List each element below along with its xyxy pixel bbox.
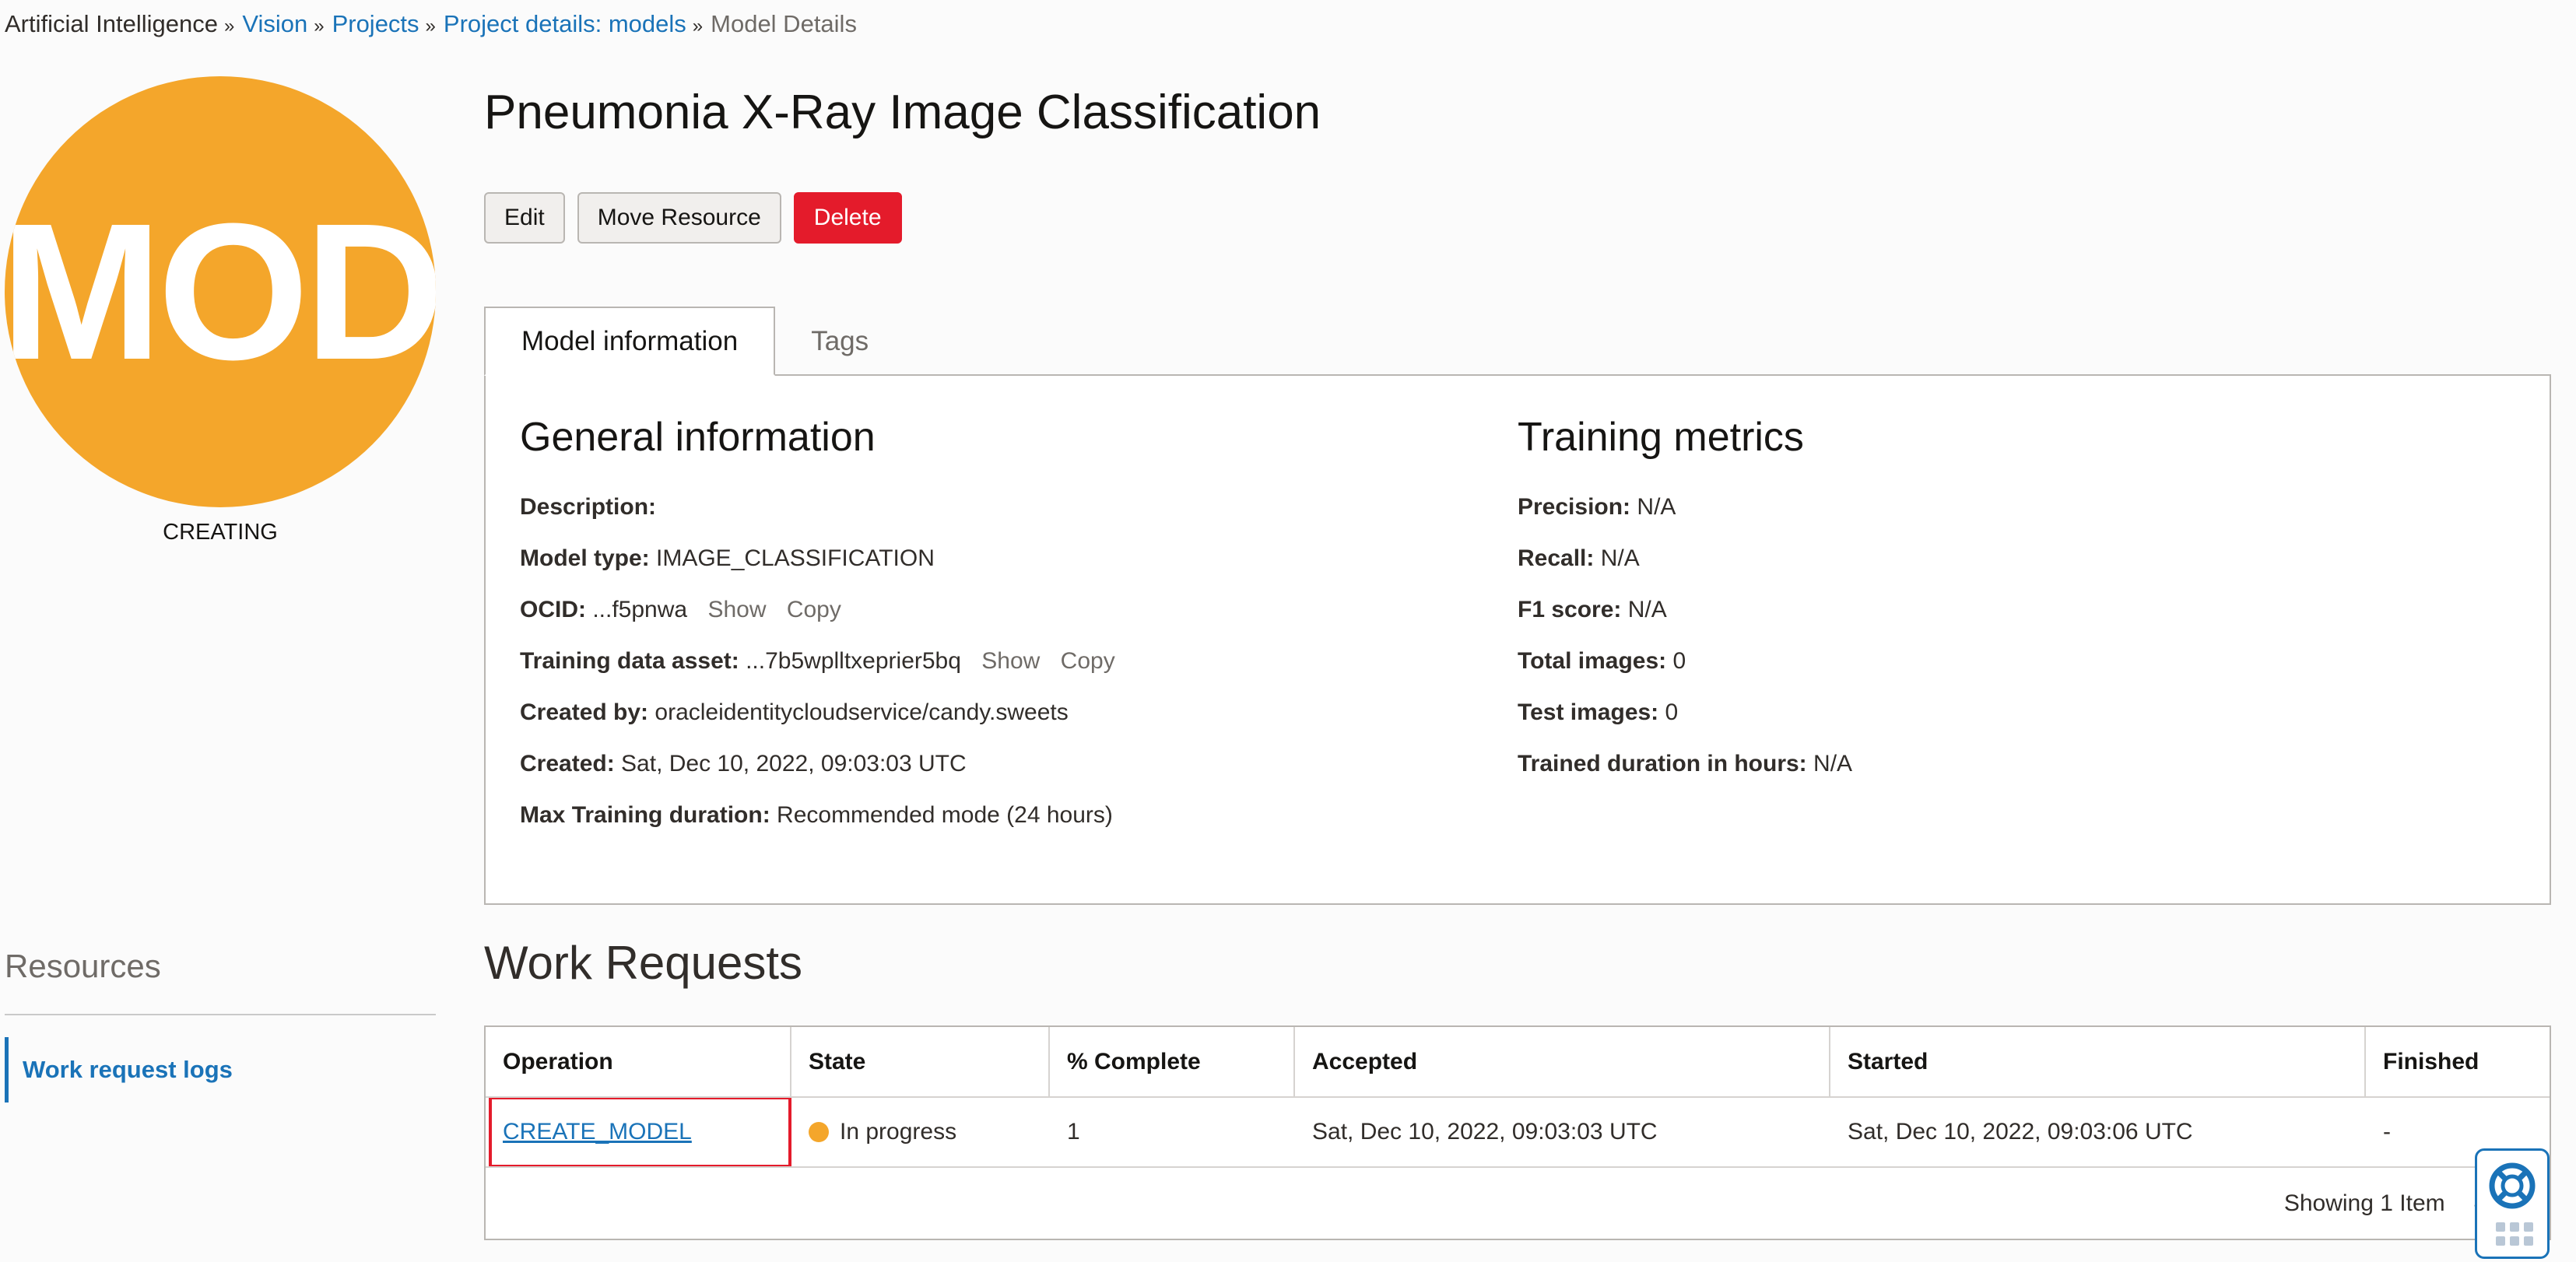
lifecycle-state-label: CREATING xyxy=(163,520,278,545)
breadcrumb-separator: » xyxy=(692,16,704,37)
resources-heading: Resources xyxy=(5,948,161,984)
breadcrumb-separator: » xyxy=(314,16,325,37)
total-images-label: Total images: xyxy=(1518,648,1667,674)
lifebuoy-icon xyxy=(2489,1162,2536,1209)
trained-duration-row: Trained duration in hours: N/A xyxy=(1518,738,1852,790)
test-images-label: Test images: xyxy=(1518,699,1659,725)
ocid-value: ...f5pnwa xyxy=(592,597,688,622)
created-by-row: Created by: oracleidentitycloudservice/c… xyxy=(520,687,1115,738)
action-bar: Edit Move Resource Delete xyxy=(484,192,902,244)
column-header-accepted[interactable]: Accepted xyxy=(1295,1027,1830,1096)
resource-avatar: MOD xyxy=(5,76,436,507)
accepted-cell: Sat, Dec 10, 2022, 09:03:03 UTC xyxy=(1312,1119,1658,1145)
test-images-row: Test images: 0 xyxy=(1518,687,1852,738)
page-title: Pneumonia X-Ray Image Classification xyxy=(484,86,1321,139)
model-type-row: Model type: IMAGE_CLASSIFICATION xyxy=(520,533,1115,584)
training-metrics-section: Training metrics Precision: N/A Recall: … xyxy=(1518,410,1852,790)
description-label: Description: xyxy=(520,494,657,520)
test-images-value: 0 xyxy=(1665,699,1679,725)
general-information-heading: General information xyxy=(520,415,876,460)
created-by-value: oracleidentitycloudservice/candy.sweets xyxy=(655,699,1069,725)
trained-duration-value: N/A xyxy=(1813,751,1853,776)
started-cell: Sat, Dec 10, 2022, 09:03:06 UTC xyxy=(1848,1119,2193,1145)
showing-count: Showing 1 Item xyxy=(2283,1190,2445,1216)
tab-tags[interactable]: Tags xyxy=(775,307,904,376)
in-progress-status-icon xyxy=(809,1122,829,1142)
created-label: Created: xyxy=(520,751,615,776)
general-information-section: General information Description: Model t… xyxy=(520,410,1115,841)
column-header-operation[interactable]: Operation xyxy=(486,1027,791,1096)
max-training-duration-value: Recommended mode (24 hours) xyxy=(777,802,1113,828)
training-asset-value: ...7b5wplltxeprier5bq xyxy=(746,648,961,674)
move-resource-button[interactable]: Move Resource xyxy=(577,192,781,244)
total-images-row: Total images: 0 xyxy=(1518,636,1852,687)
tab-model-information[interactable]: Model information xyxy=(484,307,776,376)
column-header-state[interactable]: State xyxy=(791,1027,1050,1096)
create-model-link[interactable]: CREATE_MODEL xyxy=(503,1119,692,1145)
state-cell: In progress xyxy=(791,1098,1050,1166)
help-widget[interactable] xyxy=(2475,1148,2550,1259)
training-asset-show-link[interactable]: Show xyxy=(981,648,1040,674)
total-images-value: 0 xyxy=(1672,648,1686,674)
ocid-copy-link[interactable]: Copy xyxy=(787,597,841,622)
training-asset-row: Training data asset: ...7b5wplltxeprier5… xyxy=(520,636,1115,687)
model-type-label: Model type: xyxy=(520,545,650,571)
training-metrics-heading: Training metrics xyxy=(1518,415,1804,460)
recall-label: Recall: xyxy=(1518,545,1595,571)
created-value: Sat, Dec 10, 2022, 09:03:03 UTC xyxy=(621,751,967,776)
model-information-panel: General information Description: Model t… xyxy=(484,374,2551,905)
precision-value: N/A xyxy=(1637,494,1676,520)
resources-divider xyxy=(5,1014,436,1015)
column-header-finished[interactable]: Finished xyxy=(2366,1027,2550,1096)
work-requests-table: Operation State % Complete Accepted Star… xyxy=(484,1025,2551,1240)
apps-grid-icon xyxy=(2496,1222,2533,1246)
max-training-duration-row: Max Training duration: Recommended mode … xyxy=(520,790,1115,841)
ocid-row: OCID: ...f5pnwa Show Copy xyxy=(520,584,1115,636)
breadcrumb-project-details-link[interactable]: Project details: models xyxy=(444,10,686,37)
avatar-initials: MOD xyxy=(5,183,436,400)
edit-button[interactable]: Edit xyxy=(484,192,565,244)
f1-score-label: F1 score: xyxy=(1518,597,1622,622)
operation-cell: CREATE_MODEL xyxy=(486,1098,791,1166)
precision-label: Precision: xyxy=(1518,494,1631,520)
sidebar-item-work-request-logs[interactable]: Work request logs xyxy=(5,1037,436,1102)
max-training-duration-label: Max Training duration: xyxy=(520,802,770,828)
percent-complete-cell: 1 xyxy=(1067,1119,1080,1145)
model-type-value: IMAGE_CLASSIFICATION xyxy=(656,545,935,571)
breadcrumb-separator: » xyxy=(425,16,436,37)
breadcrumb-separator: » xyxy=(223,16,235,37)
work-requests-heading: Work Requests xyxy=(484,937,803,989)
details-tabs: Model information Tags xyxy=(484,307,904,376)
delete-button[interactable]: Delete xyxy=(793,192,902,244)
breadcrumb-projects-link[interactable]: Projects xyxy=(332,10,419,37)
precision-row: Precision: N/A xyxy=(1518,482,1852,533)
created-row: Created: Sat, Dec 10, 2022, 09:03:03 UTC xyxy=(520,738,1115,790)
recall-value: N/A xyxy=(1600,545,1640,571)
recall-row: Recall: N/A xyxy=(1518,533,1852,584)
breadcrumb-root: Artificial Intelligence xyxy=(5,10,218,37)
ocid-show-link[interactable]: Show xyxy=(707,597,766,622)
ocid-label: OCID: xyxy=(520,597,586,622)
table-header-row: Operation State % Complete Accepted Star… xyxy=(486,1027,2550,1098)
breadcrumb: Artificial Intelligence» Vision» Projects»… xyxy=(5,8,857,43)
f1-score-row: F1 score: N/A xyxy=(1518,584,1852,636)
state-value: In progress xyxy=(840,1119,957,1145)
trained-duration-label: Trained duration in hours: xyxy=(1518,751,1807,776)
training-asset-copy-link[interactable]: Copy xyxy=(1061,648,1115,674)
f1-score-value: N/A xyxy=(1627,597,1667,622)
table-pagination: Showing 1 Item ‹ 1 o xyxy=(486,1168,2550,1239)
description-row: Description: xyxy=(520,482,1115,533)
training-asset-label: Training data asset: xyxy=(520,648,739,674)
column-header-started[interactable]: Started xyxy=(1830,1027,2366,1096)
column-header-percent-complete[interactable]: % Complete xyxy=(1050,1027,1295,1096)
table-row: CREATE_MODEL In progress 1 Sat, Dec 10, … xyxy=(486,1098,2550,1168)
created-by-label: Created by: xyxy=(520,699,649,725)
breadcrumb-current: Model Details xyxy=(711,10,857,37)
breadcrumb-vision-link[interactable]: Vision xyxy=(242,10,307,37)
